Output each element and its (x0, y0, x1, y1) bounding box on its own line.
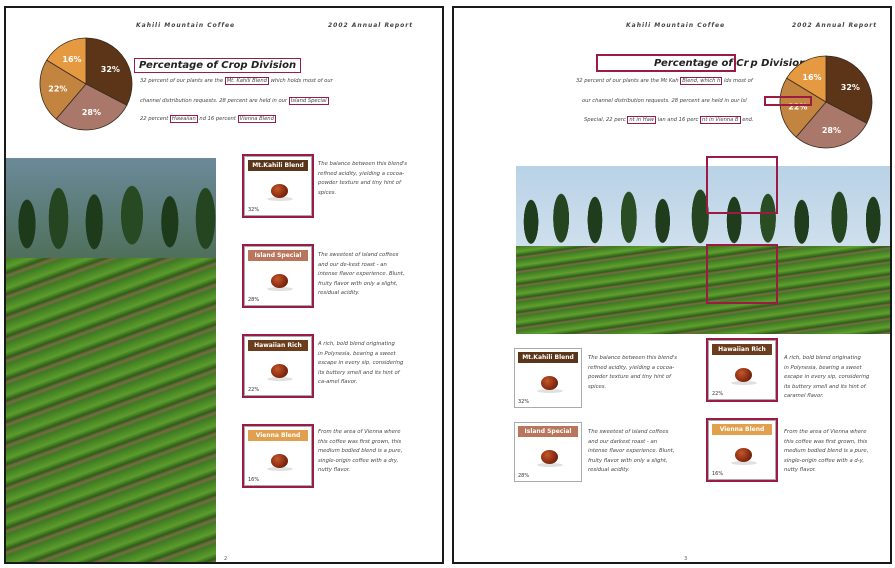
header-company: Kahili Mountain Coffee (136, 22, 236, 29)
left-page: Kahili Mountain Coffee 2002 Annual Repor… (4, 6, 444, 564)
header-report: 2002 Annual Report (792, 22, 878, 29)
page-number: 2 (224, 556, 228, 562)
pie-slice-label: 16% (62, 55, 81, 64)
header-company: Kahili Mountain Coffee (626, 22, 726, 29)
highlight-mt-kahili: Mt. Kahili Blend (224, 77, 269, 85)
coffee-bean-icon (541, 450, 558, 464)
highlight-vienna: nt in Vienna B (700, 116, 741, 124)
body-line-2: our channel distribution requests. 28 pe… (582, 98, 747, 104)
highlight-hawaiian: nt in Haw (627, 116, 657, 124)
body-line-1: 32 percent of our plants are the Mt. Kah… (140, 77, 333, 85)
pie-slice-label: 32% (101, 65, 120, 74)
right-page: Kahili Mountain Coffee 2002 Annual Repor… (452, 6, 892, 564)
coffee-field-photo (516, 166, 890, 334)
highlight-blend: Blend, which h (680, 77, 723, 85)
product-card-highlight (706, 418, 778, 482)
body-line-1: 32 percent of our plants are the Mt Kah … (576, 77, 753, 85)
body-line-3: Special, 22 perc nt in Haw ian and 16 pe… (584, 116, 754, 124)
pie-slice-label: 32% (841, 83, 860, 92)
description-vienna-blend: From the area of Vienna where this coffee… (784, 429, 869, 473)
product-card: Island Special 28% (514, 422, 582, 482)
product-card-title: Mt.Kahili Blend (518, 352, 578, 363)
product-card-highlight (242, 334, 314, 398)
product-card-highlight (242, 154, 314, 218)
description-mt-kahili: The balance between this blend's refined … (588, 355, 678, 390)
photo-highlight-box-top (706, 156, 778, 214)
body-line-3: 22 percent Hawaiian nd 16 percent Vienna… (140, 115, 276, 123)
product-card-title: Island Special (518, 426, 578, 437)
highlight-island-special: Island Special (288, 97, 329, 105)
product-card: Mt.Kahili Blend 32% (514, 348, 582, 408)
description-hawaiian-rich: A rich, bold blend originating in Polynes… (318, 341, 404, 385)
page-number: 3 (684, 556, 688, 562)
description-hawaiian-rich: A rich, bold blend originating in Polynes… (784, 355, 870, 399)
pie-slice-label: 16% (802, 73, 821, 82)
product-card-percent: 32% (518, 399, 530, 405)
description-vienna-blend: From the area of Vienna where this coffee… (318, 429, 403, 473)
pie-slice-label: 22% (48, 85, 67, 94)
description-island-special: The sweetest of island coffees and our da… (588, 429, 675, 473)
product-card-highlight (706, 338, 778, 402)
text-highlight-box (764, 96, 812, 106)
crop-pie-chart: 32% 28% 22% 16% (39, 37, 133, 131)
description-island-special: The sweetest of island coffees and our de… (318, 252, 405, 296)
pie-slice-label: 28% (822, 126, 841, 135)
description-mt-kahili: The balance between this blend's refined … (318, 161, 408, 196)
coffee-field-photo (6, 158, 216, 562)
product-card-highlight (242, 424, 314, 488)
highlight-hawaiian: Hawaiian (169, 115, 198, 123)
coffee-bean-icon (541, 376, 558, 390)
photo-highlight-box-bottom (706, 244, 778, 304)
highlight-vienna: Vienna Blend (237, 115, 276, 123)
body-line-2: channel distribution requests. 28 percen… (140, 97, 329, 105)
product-card-highlight (242, 244, 314, 308)
pie-slice-label: 28% (82, 108, 101, 117)
header-report: 2002 Annual Report (328, 22, 414, 29)
section-title: Percentage of Crop Division (134, 58, 302, 73)
product-card-percent: 28% (518, 473, 530, 479)
